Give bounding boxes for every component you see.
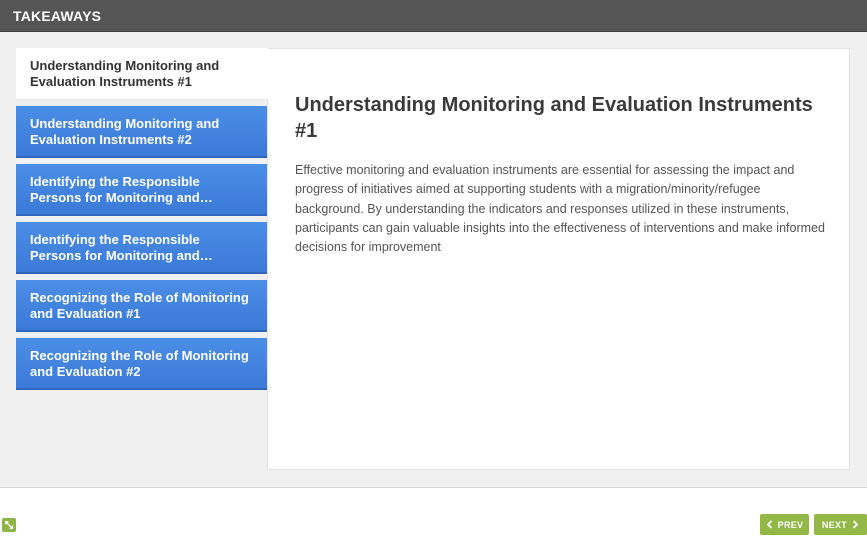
tab-item-3[interactable]: Identifying the Responsible Persons for … — [16, 164, 267, 216]
resize-arrows-icon — [5, 521, 13, 529]
tab-item-6[interactable]: Recognizing the Role of Monitoring and E… — [16, 338, 267, 390]
prev-label: PREV — [777, 519, 804, 530]
tab-label: Recognizing the Role of Monitoring and E… — [30, 348, 249, 379]
tab-item-2[interactable]: Understanding Monitoring and Evaluation … — [16, 106, 267, 158]
next-button[interactable]: NEXT — [814, 514, 867, 535]
chevron-left-icon — [766, 520, 772, 529]
tab-label: Identifying the Responsible Persons for … — [30, 174, 200, 205]
next-label: NEXT — [821, 519, 848, 530]
tab-label: Understanding Monitoring and Evaluation … — [30, 116, 220, 147]
page-title: TAKEAWAYS — [13, 8, 102, 24]
tab-item-4[interactable]: Identifying the Responsible Persons for … — [16, 222, 267, 274]
tab-label: Identifying the Responsible Persons for … — [30, 232, 200, 263]
tab-label: Understanding Monitoring and Evaluation … — [30, 58, 220, 89]
content-body: Effective monitoring and evaluation inst… — [295, 163, 825, 255]
header-bar: TAKEAWAYS — [0, 0, 867, 32]
prev-button[interactable]: PREV — [760, 514, 809, 535]
tab-label: Recognizing the Role of Monitoring and E… — [30, 290, 249, 321]
resize-button[interactable] — [2, 518, 16, 532]
chevron-right-icon — [852, 520, 859, 529]
takeaways-stage: Understanding Monitoring and Evaluation … — [0, 32, 867, 488]
content-panel: Understanding Monitoring and Evaluation … — [267, 48, 850, 470]
tab-item-1[interactable]: Understanding Monitoring and Evaluation … — [16, 48, 268, 100]
content-title: Understanding Monitoring and Evaluation … — [295, 94, 813, 142]
tab-item-5[interactable]: Recognizing the Role of Monitoring and E… — [16, 280, 267, 332]
